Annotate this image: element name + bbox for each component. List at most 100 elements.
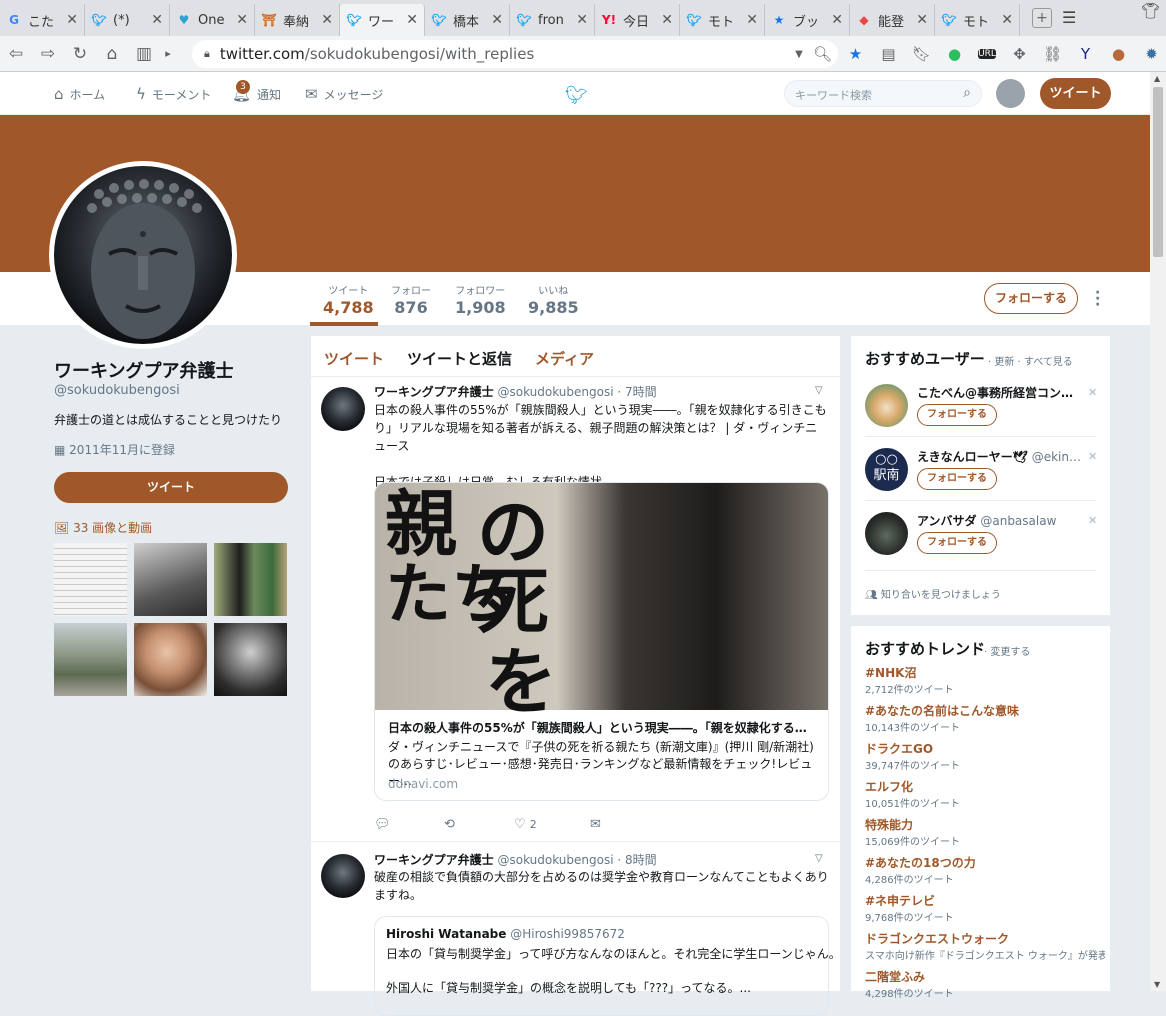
media-thumbnail[interactable] [54,623,127,696]
trend-item[interactable]: ドラゴンクエストウォーク スマホ向け新作『ドラゴンクエスト ウォーク』が発表 [865,930,1105,962]
close-icon[interactable]: ✕ [236,12,248,28]
tweet-avatar[interactable] [321,854,365,898]
photos-videos-link[interactable]: 🖼︎ 33 画像と動画 [54,519,152,536]
close-icon[interactable]: ✕ [151,12,163,28]
zoom-icon[interactable]: 🔍︎ [806,45,839,63]
trend-item[interactable]: #あなたの名前はこんな意味 10,143件のツイート [865,702,1105,734]
dismiss-icon[interactable]: ✕ [1088,514,1097,527]
follow-button[interactable]: フォローする [917,532,997,554]
scrollbar[interactable]: ▲ ▼ [1150,72,1166,991]
browser-tab[interactable]: 🐦︎ (*) ✕ [85,4,170,36]
nav-home[interactable]: ⌂ ホーム [54,85,105,103]
forward-icon[interactable]: ⇨ [32,44,64,64]
account-avatar[interactable] [996,79,1025,108]
search-input[interactable]: キーワード検索 ⌕ [784,80,982,107]
close-icon[interactable]: ✕ [406,12,418,28]
trend-item[interactable]: #あなたの18つの力 4,286件のツイート [865,854,1105,886]
chevron-down-icon[interactable]: ▽ [815,385,823,396]
stat-following[interactable]: フォロー 876 [391,282,431,317]
user-avatar[interactable] [865,512,908,555]
retweet-icon[interactable]: ⟲ [444,817,514,832]
bookmark-icon[interactable]: 🔖︎ [905,45,938,63]
browser-tab[interactable]: ♥ One ✕ [170,4,255,36]
close-icon[interactable]: ✕ [491,12,503,28]
media-thumbnail[interactable] [134,543,207,616]
evernote-icon[interactable]: ● [938,45,971,63]
shirt-icon[interactable]: 👕︎ [1141,2,1160,20]
close-icon[interactable]: ✕ [66,12,78,28]
browser-tab[interactable]: G こた ✕ [0,4,85,36]
reload-icon[interactable]: ↻ [64,44,96,64]
new-tab-button[interactable]: + [1032,8,1052,28]
tweet[interactable]: ワーキングプア弁護士 @sokudokubengosi · 8時間 ▽ 破産の相… [311,842,841,1016]
close-icon[interactable]: ✕ [1001,12,1013,28]
compose-tweet-button[interactable]: ツイート [1040,78,1111,109]
profile-icon[interactable]: ● [1102,45,1135,63]
quoted-tweet[interactable]: Hiroshi Watanabe @Hiroshi99857672 日本の「貸与… [374,916,841,1016]
tab-media[interactable]: メディア [535,348,594,369]
refresh-view-all-links[interactable]: · 更新 · すべて見る [988,353,1073,368]
home-icon[interactable]: ⌂ [96,44,128,64]
browser-tab[interactable]: 🐦︎ モト ✕ [680,4,765,36]
user-avatar[interactable]: ○○ 駅南 [865,448,908,491]
browser-tab[interactable]: ★ ブッ ✕ [765,4,850,36]
url-field[interactable]: 🔒︎ twitter.com/sokudokubengosi/with_repl… [192,40,838,68]
url-icon[interactable]: URL [978,49,996,59]
stat-followers[interactable]: フォロワー 1,908 [455,282,506,317]
extension-icon[interactable]: ▤ [872,45,905,63]
trend-item[interactable]: 特殊能力 15,069件のツイート [865,816,1105,848]
reply-icon[interactable]: 💬︎ [374,817,444,832]
link-card[interactable]: 親 たち の 死 を 日本の殺人事件の55%が「親族間殺人」という現実――。「親… [374,482,829,801]
bookmark-star-icon[interactable]: ★ [839,45,872,63]
dm-icon[interactable]: ✉ [590,817,601,832]
trend-item[interactable]: エルフ化 10,051件のツイート [865,778,1105,810]
media-thumbnail[interactable] [54,543,127,616]
tab-menu-icon[interactable]: ☰ [1062,8,1076,27]
search-icon[interactable]: ⌕ [963,85,971,101]
vivaldi-icon[interactable]: Y [1069,45,1102,63]
dismiss-icon[interactable]: ✕ [1088,386,1097,399]
like-button[interactable]: ♡ 2 [514,817,590,832]
trend-item[interactable]: #NHK沼 2,712件のツイート [865,664,1105,696]
link-icon[interactable]: ⛓︎ [1036,45,1069,63]
settings-icon[interactable]: ✹ [1135,45,1166,63]
tweet-avatar[interactable] [321,387,365,431]
close-icon[interactable]: ✕ [321,12,333,28]
follow-button[interactable]: フォローする [917,404,997,426]
chevron-right-icon[interactable]: ▸ [160,47,176,60]
close-icon[interactable]: ✕ [746,12,758,28]
scrollbar-thumb[interactable] [1153,87,1163,257]
media-thumbnail[interactable] [214,623,287,696]
trend-item[interactable]: #ネ申テレビ 9,768件のツイート [865,892,1105,924]
move-icon[interactable]: ✥ [1003,45,1036,63]
browser-tab-active[interactable]: 🐦︎ ワー ✕ [340,4,425,36]
more-options-icon[interactable]: · · · [1095,286,1100,312]
media-thumbnail[interactable] [134,623,207,696]
browser-tab[interactable]: 🐦︎ 橋本 ✕ [425,4,510,36]
reader-icon[interactable]: ▥ [128,44,160,64]
follow-button[interactable]: フォローする [984,283,1078,314]
browser-tab[interactable]: ⛩ 奉納 ✕ [255,4,340,36]
close-icon[interactable]: ✕ [916,12,928,28]
browser-tab[interactable]: Y! 今日 ✕ [595,4,680,36]
profile-name[interactable]: ワーキングプア弁護士 [54,357,233,383]
back-icon[interactable]: ⇦ [0,44,32,64]
close-icon[interactable]: ✕ [831,12,843,28]
nav-moments[interactable]: ϟ モーメント [136,85,211,103]
browser-tab[interactable]: ◆ 能登 ✕ [850,4,935,36]
stat-likes[interactable]: いいね 9,885 [528,282,579,317]
close-icon[interactable]: ✕ [661,12,673,28]
twitter-bird-icon[interactable]: 🐦︎ [565,85,588,106]
profile-avatar[interactable] [49,161,237,349]
chevron-down-icon[interactable]: ▽ [815,853,823,864]
close-icon[interactable]: ✕ [576,12,588,28]
trend-item[interactable]: ドラクエGO 39,747件のツイート [865,740,1105,772]
media-thumbnail[interactable] [214,543,287,616]
scroll-up-icon[interactable]: ▲ [1154,74,1160,83]
browser-tab[interactable]: 🐦︎ fron ✕ [510,4,595,36]
stat-tweets[interactable]: ツイート 4,788 [323,282,374,317]
browser-tab[interactable]: 🐦︎ モト ✕ [935,4,1020,36]
tweet[interactable]: ワーキングプア弁護士 @sokudokubengosi · 7時間 ▽ 日本の殺… [311,377,840,842]
scroll-down-icon[interactable]: ▼ [1154,980,1160,989]
follow-button[interactable]: フォローする [917,468,997,490]
